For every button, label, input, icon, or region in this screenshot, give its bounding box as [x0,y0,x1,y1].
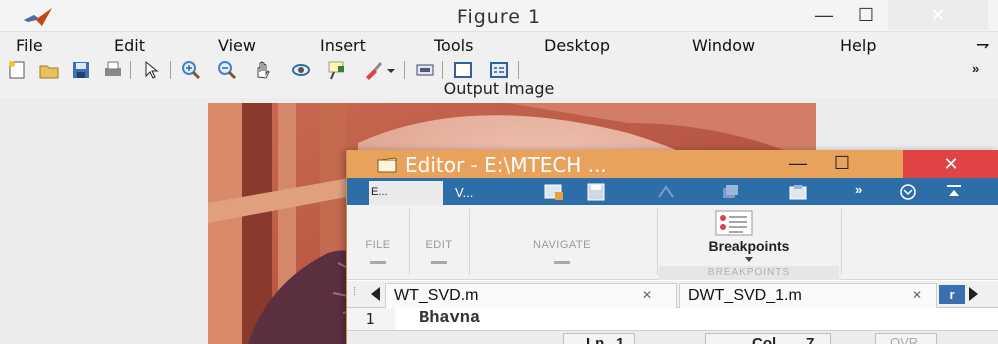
status-col-value: 7 [806,335,815,344]
figure-minimize-button[interactable]: — [804,0,844,30]
toolbar-separator [442,61,443,79]
link-plot-icon[interactable] [414,59,436,81]
quick-access-overflow-button[interactable]: » [855,182,862,197]
zoom-out-icon[interactable] [216,59,238,81]
editor-window: Editor - E:\MTECH ... — ☐ ✕ E... V... » … [346,150,998,344]
menu-edit[interactable]: Edit [114,36,145,55]
editor-title: Editor - E:\MTECH ... [405,153,607,177]
scroll-tabs-left-icon[interactable] [371,287,380,301]
code-line[interactable]: Bhavna [419,309,480,328]
ribbon-separator [657,209,658,275]
drag-grip-icon[interactable]: ⁞ [353,286,356,298]
code-editor[interactable]: 1 Bhavna [347,308,998,330]
insert-colorbar-icon[interactable] [452,59,474,81]
toolbar-separator [130,61,131,79]
ribbon-edit-label: EDIT [425,239,453,251]
doc-tab-wt-svd[interactable]: WT_SVD.m ✕ [385,283,677,308]
status-col-label: Col [752,335,777,344]
open-file-icon[interactable] [38,59,60,81]
editor-maximize-button[interactable]: ☐ [824,150,860,178]
edit-plot-pointer-icon[interactable] [140,59,162,81]
editor-titlebar[interactable]: Editor - E:\MTECH ... — ☐ ✕ [347,150,998,178]
save-figure-icon[interactable] [70,59,92,81]
line-number-gutter: 1 [347,308,395,330]
ribbon-breakpoints-group: Breakpoints BREAKPOINTS [659,205,839,280]
toolbar-separator [518,61,519,79]
document-tabs: ⁞ WT_SVD.m ✕ DWT_SVD_1.m ✕ r [347,281,998,308]
close-tab-icon[interactable]: ✕ [642,288,652,302]
ribbon-file-group[interactable]: FILE [347,205,409,280]
editor-statusbar: Ln 1 Col 7 OVR [347,330,998,344]
figure-menubar: File Edit View Insert Tools Desktop Wind… [0,33,998,57]
scroll-tabs-right-icon[interactable] [969,287,978,301]
rotate-3d-icon[interactable] [290,59,312,81]
copy-icon[interactable] [719,183,741,201]
chevron-down-icon [431,261,447,264]
expand-dropdown-icon[interactable] [899,183,917,201]
menu-desktop[interactable]: Desktop [544,36,610,55]
status-ovr: OVR [890,335,919,344]
ribbon-navigate-group[interactable]: NAVIGATE [469,205,655,280]
figure-close-button[interactable]: ✕ [888,0,988,30]
editor-minimize-button[interactable]: — [780,150,816,178]
pan-hand-icon[interactable] [252,59,274,81]
tab-overflow-button[interactable]: r [939,285,965,304]
brush-dropdown-icon[interactable] [384,59,398,81]
menu-insert[interactable]: Insert [320,36,366,55]
line-number: 1 [365,310,375,328]
status-ln-value: 1 [616,335,625,344]
status-ln-label: Ln [586,335,605,344]
doc-tab-label: WT_SVD.m [394,287,479,304]
breakpoints-button[interactable]: Breakpoints [659,238,839,254]
editor-toolstrip-tabs: E... V... » [347,178,998,205]
ribbon-separator [841,209,842,275]
editor-close-button[interactable]: ✕ [903,150,998,178]
menu-overflow-button[interactable]: ⇁ [976,35,989,55]
doc-tab-dwt-svd-1[interactable]: DWT_SVD_1.m ✕ [679,283,937,308]
save-icon[interactable] [585,183,607,201]
toolbar-overflow-button[interactable]: » [972,61,979,76]
tab-view[interactable]: V... [447,181,519,205]
desktop: Figure 1 — ☐ ✕ File Edit View Insert Too… [0,0,998,344]
zoom-in-icon[interactable] [180,59,202,81]
status-ovr-box: OVR [875,333,937,344]
editor-app-icon [377,157,398,173]
axes-title: Output Image [443,79,555,98]
caret-down-icon[interactable] [745,257,753,262]
editor-ribbon: FILE EDIT NAVIGATE Breakpoints BREAKPOIN… [347,205,998,280]
close-tab-icon[interactable]: ✕ [912,288,922,302]
figure-maximize-button[interactable]: ☐ [846,0,886,30]
ribbon-file-label: FILE [365,239,391,251]
tab-editor[interactable]: E... [369,181,443,205]
menu-help[interactable]: Help [840,36,876,55]
new-script-icon[interactable] [543,183,565,201]
menu-view[interactable]: View [218,36,256,55]
doc-tab-label: DWT_SVD_1.m [688,287,802,304]
brush-data-icon[interactable] [362,59,384,81]
menu-window[interactable]: Window [692,36,755,55]
status-col-box: Col 7 [705,333,831,344]
data-cursor-icon[interactable] [326,59,348,81]
cut-icon[interactable] [655,183,677,201]
menu-tools[interactable]: Tools [434,36,473,55]
ribbon-edit-group[interactable]: EDIT [409,205,469,280]
breakpoints-icon[interactable] [714,209,754,237]
collapse-toolstrip-icon[interactable] [944,183,964,201]
print-figure-icon[interactable] [102,59,124,81]
paste-icon[interactable] [787,183,809,201]
new-figure-icon[interactable] [6,59,28,81]
menu-file[interactable]: File [16,36,43,55]
status-line-box: Ln 1 [563,333,635,344]
chevron-down-icon [370,261,386,264]
insert-legend-icon[interactable] [488,59,510,81]
ribbon-navigate-label: NAVIGATE [533,239,591,251]
toolbar-separator [170,61,171,79]
toolbar-separator [404,61,405,79]
chevron-down-icon [554,261,570,264]
figure-titlebar[interactable]: Figure 1 — ☐ ✕ [0,0,998,32]
ribbon-breakpoints-section-label: BREAKPOINTS [659,266,839,280]
